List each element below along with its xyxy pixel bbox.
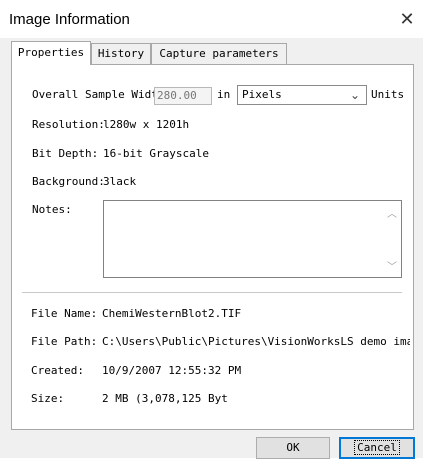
notes-textarea[interactable]: ︿ ﹀ — [103, 200, 402, 278]
background-label: Background: — [32, 175, 105, 188]
tab-history[interactable]: History — [91, 43, 151, 64]
units-select-value: Pixels — [242, 88, 282, 101]
resolution-label: Resolution: — [32, 118, 105, 131]
bit-depth-value: 16-bit Grayscale — [103, 147, 209, 160]
overall-width-label: Overall Sample Width: — [32, 88, 172, 101]
cancel-button-label: Cancel — [354, 440, 400, 455]
size-label: Size: — [31, 392, 65, 405]
background-value: 3lack — [103, 175, 137, 188]
units-select[interactable]: Pixels ⌄ — [237, 85, 367, 105]
cancel-button[interactable]: Cancel — [339, 437, 415, 459]
image-information-dialog: Image Information ✕ Properties History C… — [0, 0, 423, 459]
file-path-label: File Path: — [31, 335, 98, 348]
file-name-value: ChemiWesternBlot2.TIF — [102, 307, 242, 320]
close-icon[interactable]: ✕ — [395, 8, 419, 32]
notes-label: Notes: — [32, 203, 72, 216]
ok-button[interactable]: OK — [256, 437, 330, 459]
size-value: 2 MB (3,078,125 Byt — [102, 392, 228, 405]
section-divider — [22, 292, 402, 293]
created-label: Created: — [31, 364, 84, 377]
scroll-up-icon[interactable]: ︿ — [387, 205, 397, 220]
bit-depth-label: Bit Depth: — [32, 147, 99, 160]
in-label: in — [217, 88, 231, 101]
title-bar: Image Information ✕ — [0, 0, 423, 38]
file-name-label: File Name: — [31, 307, 98, 320]
tab-capture-parameters[interactable]: Capture parameters — [151, 43, 287, 64]
created-value: 10/9/2007 12:55:32 PM — [102, 364, 242, 377]
dialog-title: Image Information — [9, 11, 130, 28]
overall-width-input[interactable]: 280.00 — [154, 87, 212, 105]
file-path-value: C:\Users\Public\Pictures\VisionWorksLS d… — [102, 335, 410, 348]
tab-properties[interactable]: Properties — [11, 41, 91, 65]
units-label: Units — [371, 88, 405, 101]
scroll-down-icon[interactable]: ﹀ — [387, 258, 397, 273]
resolution-value: l280w x 1201h — [103, 118, 190, 131]
chevron-down-icon: ⌄ — [349, 88, 360, 102]
